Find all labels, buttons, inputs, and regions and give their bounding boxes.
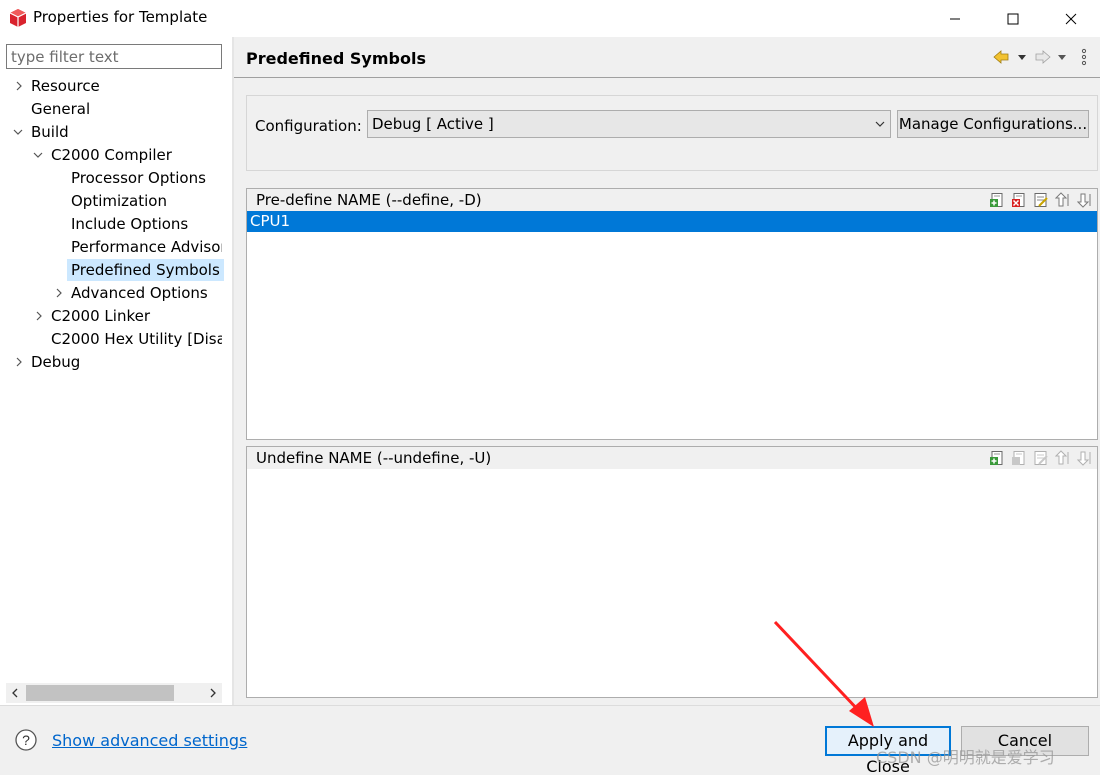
help-icon[interactable]: ?: [14, 728, 38, 752]
chevron-right-icon[interactable]: [13, 75, 25, 97]
tree-item-c2000-compiler[interactable]: C2000 Compiler: [0, 144, 232, 166]
tree-item-label: Performance Advisor: [71, 238, 222, 256]
tree-item-label: Predefined Symbols: [67, 259, 224, 281]
back-dropdown-icon[interactable]: [1018, 55, 1026, 60]
tree-item-advanced-options[interactable]: Advanced Options: [0, 282, 232, 304]
scroll-left-button[interactable]: [6, 683, 24, 703]
app-icon: [9, 9, 27, 27]
predefine-header-label: Pre-define NAME (--define, -D): [256, 191, 482, 209]
tree-item-c2000-linker[interactable]: C2000 Linker: [0, 305, 232, 327]
undefine-header: Undefine NAME (--undefine, -U): [247, 447, 1097, 469]
tree-item-label: Optimization: [71, 192, 167, 210]
tree-item-processor-options[interactable]: Processor Options: [0, 167, 232, 189]
show-advanced-settings-link[interactable]: Show advanced settings: [52, 731, 247, 750]
title-separator: [234, 77, 1100, 78]
forward-arrow-icon[interactable]: [1035, 50, 1051, 64]
page-title: Predefined Symbols: [246, 49, 426, 68]
delete-icon[interactable]: [1011, 192, 1027, 208]
predefine-panel: Pre-define NAME (--define, -D) CPU1: [246, 188, 1098, 440]
move-down-icon[interactable]: [1077, 192, 1093, 208]
window-title: Properties for Template: [33, 8, 208, 26]
tree-item-include-options[interactable]: Include Options: [0, 213, 232, 235]
maximize-button[interactable]: [984, 0, 1042, 37]
tree-item-label: Build: [31, 123, 69, 141]
tree-item-performance-advisor[interactable]: Performance Advisor: [0, 236, 222, 258]
title-bar: Properties for Template: [0, 0, 1100, 37]
tree-item-debug[interactable]: Debug: [0, 351, 232, 373]
configuration-group: Configuration: Debug [ Active ] Manage C…: [246, 95, 1098, 171]
minimize-button[interactable]: [926, 0, 984, 37]
configuration-select[interactable]: Debug [ Active ]: [367, 110, 891, 138]
chevron-left-icon: [12, 688, 18, 698]
undefine-toolbar: [989, 450, 1093, 466]
manage-configurations-button[interactable]: Manage Configurations...: [897, 110, 1089, 138]
tree-item-label: Resource: [31, 77, 100, 95]
close-icon: [1065, 13, 1077, 24]
undefine-panel: Undefine NAME (--undefine, -U): [246, 446, 1098, 698]
delete-icon[interactable]: [1011, 450, 1027, 466]
configuration-label: Configuration:: [255, 117, 362, 135]
chevron-down-icon[interactable]: [12, 121, 24, 143]
chevron-down-icon[interactable]: [32, 144, 44, 166]
configuration-value: Debug [ Active ]: [372, 115, 494, 133]
tree-item-label: Debug: [31, 353, 81, 371]
horizontal-scrollbar[interactable]: [6, 683, 222, 703]
maximize-icon: [1007, 13, 1019, 24]
tree-item-label: C2000 Hex Utility [Disabled]: [51, 330, 222, 348]
undefine-header-label: Undefine NAME (--undefine, -U): [256, 449, 492, 467]
sidebar: Resource General Build C2000 Compiler Pr…: [0, 37, 232, 705]
tree-item-label: C2000 Compiler: [51, 146, 172, 164]
add-icon[interactable]: [989, 192, 1005, 208]
tree-item-label: General: [31, 100, 91, 118]
scroll-right-button[interactable]: [204, 683, 222, 703]
tree-item-resource[interactable]: Resource: [0, 75, 232, 97]
chevron-right-icon[interactable]: [13, 351, 25, 373]
view-menu-icon[interactable]: [1081, 48, 1087, 66]
move-up-icon[interactable]: [1055, 192, 1071, 208]
watermark: CSDN @明明就是爱学习: [876, 748, 1055, 767]
predefine-item[interactable]: CPU1: [247, 211, 1097, 232]
edit-icon[interactable]: [1033, 192, 1049, 208]
chevron-right-icon[interactable]: [33, 305, 45, 327]
move-down-icon[interactable]: [1077, 450, 1093, 466]
tree-item-label: Include Options: [71, 215, 189, 233]
close-button[interactable]: [1042, 0, 1100, 37]
svg-text:?: ?: [22, 732, 30, 748]
main-panel: Predefined Symbols Configuration: Debug …: [234, 37, 1100, 705]
edit-icon[interactable]: [1033, 450, 1049, 466]
tree-item-general[interactable]: General: [0, 98, 232, 120]
tree-item-predefined-symbols[interactable]: Predefined Symbols: [0, 259, 232, 281]
move-up-icon[interactable]: [1055, 450, 1071, 466]
tree-item-label: Processor Options: [71, 169, 206, 187]
tree-item-label: Advanced Options: [71, 284, 208, 302]
chevron-right-icon[interactable]: [53, 282, 65, 304]
chevron-down-icon: [875, 121, 885, 127]
tree-item-optimization[interactable]: Optimization: [0, 190, 232, 212]
predefine-toolbar: [989, 192, 1093, 208]
back-arrow-icon[interactable]: [993, 50, 1009, 64]
scroll-thumb[interactable]: [26, 685, 174, 701]
dialog-footer: ? Show advanced settings Apply and Close…: [0, 705, 1100, 775]
navigation-toolbar: [993, 48, 1087, 66]
predefine-header: Pre-define NAME (--define, -D): [247, 189, 1097, 211]
chevron-right-icon: [210, 688, 216, 698]
filter-input[interactable]: [6, 44, 222, 69]
forward-dropdown-icon[interactable]: [1058, 55, 1066, 60]
add-icon[interactable]: [989, 450, 1005, 466]
tree-item-build[interactable]: Build: [0, 121, 232, 143]
tree-item-label: C2000 Linker: [51, 307, 150, 325]
tree-item-c2000-hex-utility[interactable]: C2000 Hex Utility [Disabled]: [0, 328, 222, 350]
minimize-icon: [950, 18, 960, 19]
